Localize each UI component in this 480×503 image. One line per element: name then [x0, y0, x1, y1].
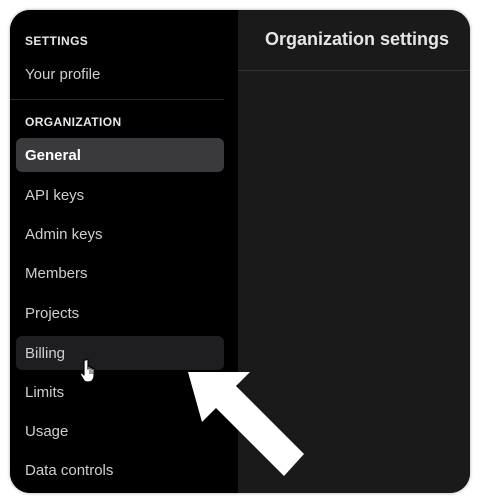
organization-section-header: ORGANIZATION [25, 115, 122, 129]
sidebar-item-api-keys[interactable]: API keys [16, 178, 224, 212]
page-title: Organization settings [265, 29, 450, 49]
sidebar-item-your-profile[interactable]: Your profile [16, 57, 224, 91]
main-header: Organization settings [238, 10, 470, 71]
app-window: SETTINGS Your profile ORGANIZATION Gener… [10, 10, 470, 493]
sidebar-item-billing[interactable]: Billing [16, 336, 224, 370]
sidebar-item-projects[interactable]: Projects [16, 296, 224, 330]
hand-pointer-icon [79, 358, 95, 383]
sidebar-item-general[interactable]: General [16, 138, 224, 172]
arrow-up-left-icon [188, 372, 304, 476]
sidebar-item-admin-keys[interactable]: Admin keys [16, 217, 224, 251]
settings-section-header: SETTINGS [25, 34, 89, 48]
sidebar-item-members[interactable]: Members [16, 256, 224, 290]
sidebar-divider [10, 99, 224, 100]
